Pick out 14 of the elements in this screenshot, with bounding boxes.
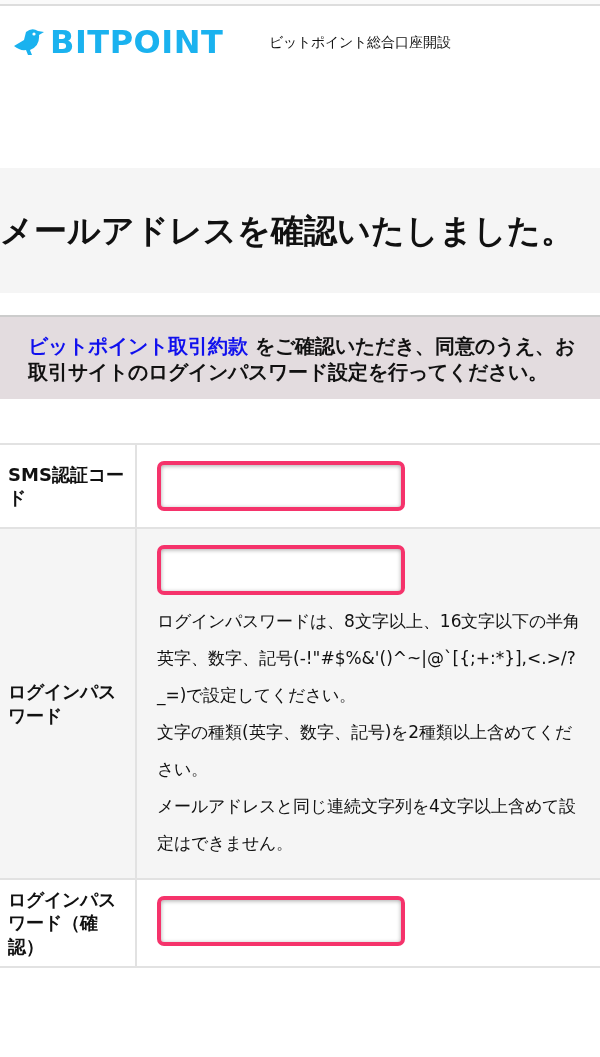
page-heading: メールアドレスを確認いたしました。 [0,210,574,251]
field-label: SMS認証コード [8,462,125,510]
field-label: ログインパスワード [8,680,117,727]
notice-text: ビットポイント取引約款 をご確認いただき、同意のうえ、お取引サイトのログインパスワード設定を行ってください。 [28,334,575,384]
input-field[interactable] [157,545,405,595]
page-subtitle: ビットポイント総合口座開設 [269,32,452,52]
field-label: ログインパスワード（確認） [8,888,117,959]
bird-icon [12,28,46,56]
hint-text: 文字の種類(英字、数字、記号)を2種類以上含めてください。 [157,721,574,781]
input-field[interactable] [157,896,405,946]
hint-text: メールアドレスと同じ連続文字列を4文字以上含めて設定はできません。 [157,795,577,855]
input-field[interactable] [157,461,405,511]
terms-link[interactable]: ビットポイント取引約款 [28,334,248,358]
hint-text: ログインパスワードは、8文字以上、16文字以下の半角英字、数字、記号(-!"#$%&'()^~|@`[{;+:*}],<.>/?_=)で設定してください。 [157,610,582,708]
